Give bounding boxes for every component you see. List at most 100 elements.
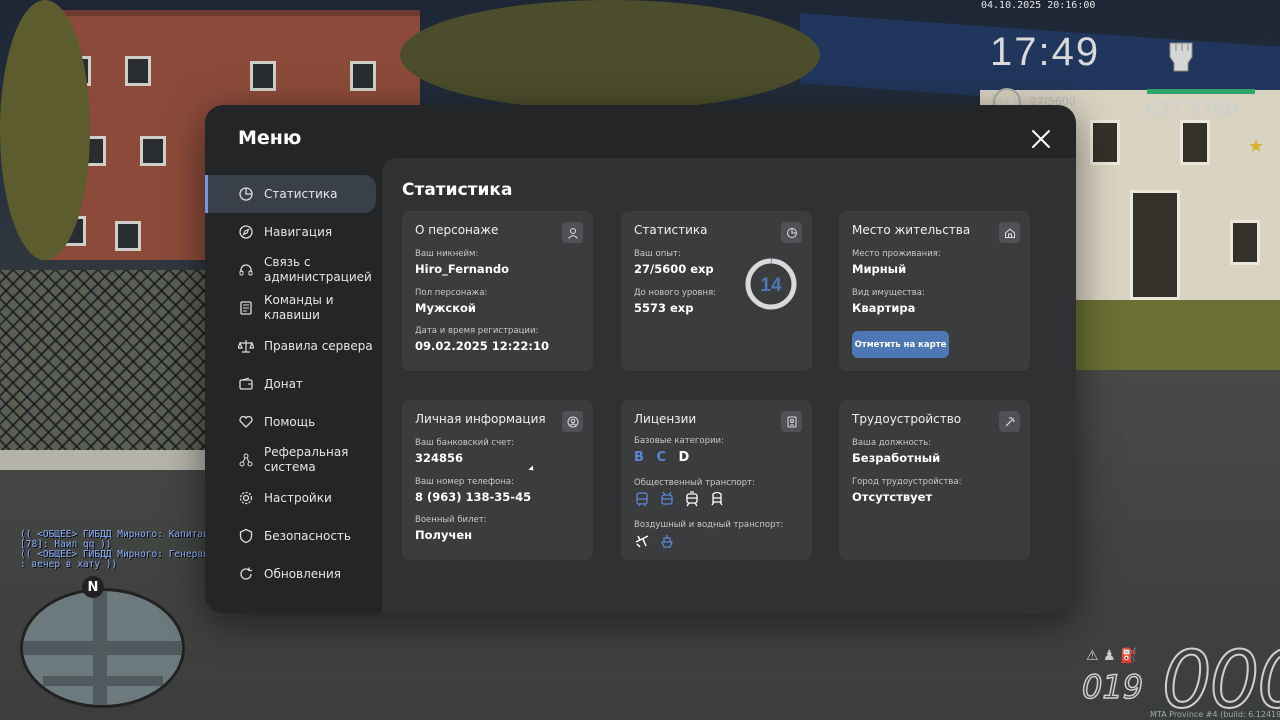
user-circle-icon (562, 411, 583, 432)
military-label: Военный билет: (415, 515, 487, 525)
scales-icon (238, 340, 254, 353)
sidebar-item-label: Команды и клавиши (264, 293, 334, 322)
build-info: MTA Province #4 (build: 6.12419.9 (1150, 710, 1280, 719)
sidebar-item-1[interactable]: Статистика (205, 175, 376, 213)
pie-chart-icon (239, 187, 253, 201)
hud-clock: 17:49 (990, 30, 1101, 74)
close-icon[interactable] (1031, 129, 1051, 149)
airplane-icon (635, 535, 649, 548)
wallet-icon (239, 377, 253, 390)
sidebar-item-3[interactable]: Связь с администрацией (205, 251, 382, 289)
tram-icon (686, 491, 698, 507)
phone-label: Ваш номер телефона: (415, 477, 514, 487)
pickaxe-icon (999, 411, 1020, 432)
menu-modal: Меню Статистика Навигация Связь с админист… (205, 105, 1076, 613)
bus-icon (636, 492, 648, 506)
sidebar-item-label: Донат (264, 377, 303, 391)
job-city-label: Город трудоустройства: (852, 477, 962, 487)
position-value: Безработный (852, 451, 941, 465)
air-water-transport-icons (634, 533, 675, 549)
heart-hands-icon (239, 415, 253, 428)
sidebar: Статистика Навигация Связь с администрацие… (205, 175, 382, 593)
trolleybus-icon (661, 491, 673, 505)
fist-icon (1169, 42, 1193, 72)
registration-label: Дата и время регистрации: (415, 326, 539, 336)
sidebar-item-6[interactable]: Донат (205, 365, 382, 403)
sidebar-item-10[interactable]: Безопасность (205, 517, 382, 555)
bank-label: Ваш банковский счет: (415, 438, 515, 448)
sidebar-item-label: Обновления (264, 567, 342, 581)
base-categories-label: Базовые категории: (634, 436, 724, 446)
card-statistics: Статистика Ваш опыт: 27/5600 exp До ново… (621, 211, 812, 371)
sidebar-item-5[interactable]: Правила сервера (205, 327, 382, 365)
level-number: 14 (760, 275, 782, 296)
sidebar-item-label: Реферальная система (264, 445, 349, 474)
fuel-readout: 019 (1081, 667, 1144, 707)
pie-chart-icon (781, 222, 802, 243)
card-licenses: Лицензии Базовые категории: B C D Общест… (621, 400, 812, 560)
sidebar-item-label: Статистика (264, 187, 338, 201)
hud-money: 833 378₽ (1145, 97, 1239, 122)
card-title: Личная информация (415, 412, 546, 426)
home-icon (999, 222, 1020, 243)
sidebar-item-2[interactable]: Навигация (205, 213, 382, 251)
sidebar-item-8[interactable]: Реферальная система (205, 441, 382, 479)
place-value: Мирный (852, 262, 907, 276)
bank-value: 324856 (415, 451, 464, 465)
exp-value: 27/5600 exp (634, 262, 714, 276)
vehicle-status-icons: ⚠ ♟ ⛽ (1086, 648, 1138, 664)
air-water-transport-label: Воздушный и водный транспорт: (634, 520, 784, 530)
sidebar-item-11[interactable]: Обновления (205, 555, 382, 593)
category-b: B (634, 450, 644, 465)
referral-icon (239, 453, 253, 467)
menu-title: Меню (238, 127, 302, 149)
card-title: Трудоустройство (852, 412, 962, 426)
gender-value: Мужской (415, 301, 476, 315)
gender-label: Пол персонажа: (415, 288, 488, 298)
category-c: C (656, 450, 666, 465)
sidebar-item-label: Связь с администрацией (264, 255, 372, 284)
sidebar-item-label: Правила сервера (264, 338, 373, 353)
next-level-label: До нового уровня: (634, 288, 717, 298)
public-transport-icons (634, 491, 725, 507)
card-employment: Трудоустройство Ваша должность: Безработ… (839, 400, 1030, 560)
north-indicator: N (82, 576, 104, 598)
registration-value: 09.02.2025 12:22:10 (415, 339, 549, 353)
page-title: Статистика (402, 180, 513, 200)
health-bar (1147, 89, 1255, 94)
card-residence: Место жительства Место проживания: Мирны… (839, 211, 1030, 371)
nickname-value: Hiro_Fernando (415, 262, 510, 276)
compass-icon (239, 225, 253, 239)
headset-icon (239, 264, 253, 276)
sidebar-item-9[interactable]: Настройки (205, 479, 382, 517)
property-value: Квартира (852, 301, 916, 315)
shield-icon (239, 528, 253, 544)
gear-icon (239, 491, 253, 505)
card-title: Статистика (634, 223, 708, 237)
nickname-label: Ваш никнейм: (415, 249, 479, 259)
exp-label: Ваш опыт: (634, 249, 681, 259)
public-transport-label: Общественный транспорт: (634, 478, 755, 488)
license-categories: B C D (634, 450, 697, 465)
card-personal-info: Личная информация Ваш банковский счет: 3… (402, 400, 593, 560)
speedometer: 000 (1161, 635, 1280, 720)
next-level-value: 5573 exp (634, 301, 694, 315)
boat-icon (661, 535, 673, 548)
place-label: Место проживания: (852, 249, 941, 259)
job-city-value: Отсутствует (852, 490, 933, 504)
refresh-icon (240, 567, 252, 580)
user-icon (562, 222, 583, 243)
position-label: Ваша должность: (852, 438, 932, 448)
mark-on-map-button[interactable]: Отметить на карте (852, 331, 949, 358)
keyboard-doc-icon (240, 301, 252, 315)
sidebar-item-label: Безопасность (264, 529, 351, 543)
category-d: D (678, 450, 690, 465)
minimap (20, 588, 185, 708)
card-title: О персонаже (415, 223, 499, 237)
sidebar-item-label: Настройки (264, 491, 332, 505)
card-character: О персонаже Ваш никнейм: Hiro_Fernando П… (402, 211, 593, 371)
sidebar-item-4[interactable]: Команды и клавиши (205, 289, 382, 327)
sidebar-item-label: Помощь (264, 415, 316, 429)
military-value: Получен (415, 528, 473, 542)
sidebar-item-7[interactable]: Помощь (205, 403, 382, 441)
